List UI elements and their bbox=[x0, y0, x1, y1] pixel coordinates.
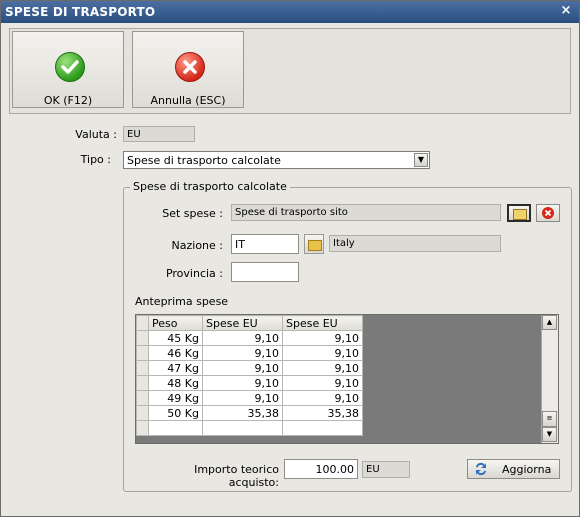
column-header[interactable]: Peso bbox=[148, 315, 203, 331]
table-cell[interactable]: 9,10 bbox=[202, 375, 283, 391]
title-bar: SPESE DI TRASPORTO × bbox=[1, 1, 579, 23]
preview-table: Peso Spese EU Spese EU 45 Kg 9,10 9,10 4… bbox=[136, 315, 363, 436]
tipo-selected-value: Spese di trasporto calcolate bbox=[127, 154, 281, 167]
cancel-button[interactable]: Annulla (ESC) bbox=[132, 31, 244, 108]
importo-currency: EU bbox=[362, 461, 410, 478]
importo-label: Importo teorico acquisto: bbox=[194, 463, 279, 489]
row-indicator bbox=[136, 330, 149, 346]
row-indicator-header bbox=[136, 315, 149, 331]
select-set-button[interactable] bbox=[507, 204, 531, 222]
tipo-label: Tipo : bbox=[80, 153, 111, 166]
table-cell[interactable]: 9,10 bbox=[202, 330, 283, 346]
scroll-up-icon[interactable]: ▲ bbox=[542, 315, 557, 330]
table-cell[interactable]: 45 Kg bbox=[148, 330, 203, 346]
nazione-label: Nazione : bbox=[171, 239, 223, 252]
table-cell[interactable]: 9,10 bbox=[202, 345, 283, 361]
row-indicator bbox=[136, 405, 149, 421]
table-cell[interactable]: 48 Kg bbox=[148, 375, 203, 391]
table-cell[interactable]: 46 Kg bbox=[148, 345, 203, 361]
close-button[interactable]: × bbox=[559, 4, 573, 18]
table-cell[interactable]: 50 Kg bbox=[148, 405, 203, 421]
preview-grid[interactable]: Peso Spese EU Spese EU 45 Kg 9,10 9,10 4… bbox=[135, 314, 559, 444]
table-cell[interactable]: 35,38 bbox=[202, 405, 283, 421]
provincia-input[interactable] bbox=[231, 262, 299, 282]
aggiorna-label: Aggiorna bbox=[502, 463, 552, 476]
cancel-icon bbox=[175, 52, 205, 82]
table-cell[interactable]: 9,10 bbox=[282, 390, 363, 406]
tipo-dropdown[interactable]: Spese di trasporto calcolate ▼ bbox=[123, 151, 430, 169]
clear-icon bbox=[542, 207, 554, 219]
table-cell[interactable]: 9,10 bbox=[282, 360, 363, 376]
set-spese-label: Set spese : bbox=[162, 207, 223, 220]
importo-input[interactable]: 100.00 bbox=[284, 459, 358, 479]
toolbar: OK (F12) Annulla (ESC) bbox=[9, 28, 571, 114]
cancel-button-label: Annulla (ESC) bbox=[150, 94, 226, 107]
row-indicator bbox=[136, 360, 149, 376]
row-indicator bbox=[136, 390, 149, 406]
table-cell[interactable]: 35,38 bbox=[282, 405, 363, 421]
table-row[interactable]: 45 Kg 9,10 9,10 bbox=[136, 330, 363, 346]
table-row[interactable]: 49 Kg 9,10 9,10 bbox=[136, 390, 363, 406]
valuta-field: EU bbox=[123, 126, 195, 142]
table-cell[interactable]: 49 Kg bbox=[148, 390, 203, 406]
table-cell[interactable]: 9,10 bbox=[202, 360, 283, 376]
anteprima-label: Anteprima spese bbox=[135, 295, 229, 308]
table-cell[interactable] bbox=[282, 420, 363, 436]
column-header[interactable]: Spese EU bbox=[282, 315, 363, 331]
table-cell[interactable]: 9,10 bbox=[282, 345, 363, 361]
provincia-label: Provincia : bbox=[165, 267, 223, 280]
nazione-name-field: Italy bbox=[329, 235, 501, 252]
scroll-down-icon[interactable]: ▼ bbox=[542, 427, 557, 442]
nazione-input[interactable]: IT bbox=[231, 234, 299, 254]
chevron-down-icon[interactable]: ▼ bbox=[414, 153, 428, 167]
vertical-scrollbar[interactable]: ▲ ≡ ▼ bbox=[541, 315, 558, 443]
dialog-window: SPESE DI TRASPORTO × OK (F12) Annulla (E… bbox=[0, 0, 580, 517]
refresh-icon bbox=[473, 461, 489, 480]
select-icon bbox=[513, 209, 527, 220]
group-title: Spese di trasporto calcolate bbox=[130, 180, 290, 193]
ok-button-label: OK (F12) bbox=[43, 94, 93, 107]
row-indicator bbox=[136, 345, 149, 361]
clear-set-button[interactable] bbox=[536, 204, 560, 222]
set-spese-field: Spese di trasporto sito bbox=[231, 204, 501, 221]
table-row[interactable]: 46 Kg 9,10 9,10 bbox=[136, 345, 363, 361]
scroll-thumb[interactable]: ≡ bbox=[542, 411, 557, 427]
ok-button[interactable]: OK (F12) bbox=[12, 31, 124, 108]
window-title: SPESE DI TRASPORTO bbox=[5, 5, 156, 19]
table-row[interactable]: 48 Kg 9,10 9,10 bbox=[136, 375, 363, 391]
table-header-row: Peso Spese EU Spese EU bbox=[136, 315, 363, 331]
table-row[interactable]: 50 Kg 35,38 35,38 bbox=[136, 405, 363, 421]
table-cell[interactable] bbox=[202, 420, 283, 436]
table-cell[interactable]: 9,10 bbox=[282, 330, 363, 346]
table-row-empty[interactable] bbox=[136, 420, 363, 436]
table-row[interactable]: 47 Kg 9,10 9,10 bbox=[136, 360, 363, 376]
table-cell[interactable]: 9,10 bbox=[282, 375, 363, 391]
table-cell[interactable]: 47 Kg bbox=[148, 360, 203, 376]
browse-nazione-button[interactable] bbox=[304, 234, 324, 254]
row-indicator bbox=[136, 420, 149, 436]
table-cell[interactable] bbox=[148, 420, 203, 436]
table-cell[interactable]: 9,10 bbox=[202, 390, 283, 406]
row-indicator bbox=[136, 375, 149, 391]
aggiorna-button[interactable]: Aggiorna bbox=[467, 459, 560, 479]
folder-icon bbox=[308, 240, 322, 251]
checkmark-icon bbox=[55, 52, 85, 82]
column-header[interactable]: Spese EU bbox=[202, 315, 283, 331]
valuta-label: Valuta : bbox=[75, 128, 117, 141]
